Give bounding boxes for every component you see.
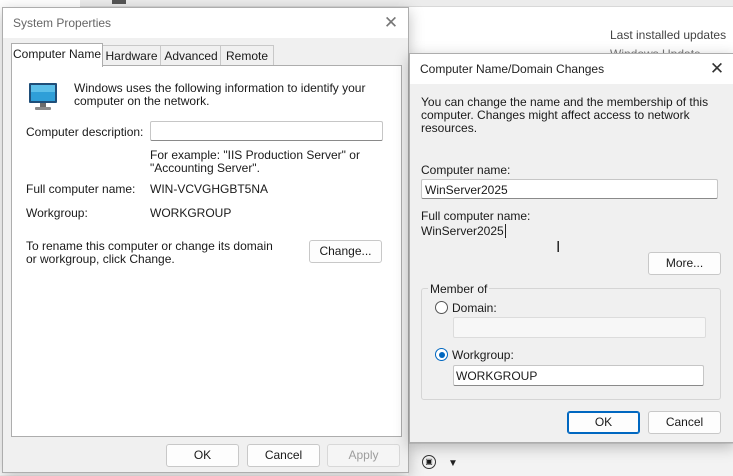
tab-advanced[interactable]: Advanced — [160, 45, 222, 66]
example-text: For example: "IIS Production Server" or … — [150, 148, 360, 175]
last-installed-updates-link[interactable]: Last installed updates — [610, 26, 726, 45]
system-properties-titlebar[interactable]: System Properties ✕ — [3, 8, 408, 38]
sysprops-cancel-button[interactable]: Cancel — [247, 444, 320, 467]
full-computer-name-value: WIN-VCVGHGBT5NA — [150, 182, 269, 196]
computer-name-input[interactable]: WinServer2025 — [421, 179, 718, 199]
computer-name-changes-dialog: Computer Name/Domain Changes ✕ You can c… — [409, 53, 733, 443]
tab-hardware[interactable]: Hardware — [101, 45, 162, 66]
cnchange-cancel-button[interactable]: Cancel — [648, 411, 721, 434]
computer-monitor-icon — [29, 83, 57, 110]
sysprops-ok-button[interactable]: OK — [166, 444, 239, 467]
tab-remote[interactable]: Remote — [220, 45, 274, 66]
workgroup-input[interactable]: WORKGROUP — [453, 365, 704, 386]
change-button[interactable]: Change... — [309, 240, 382, 263]
cnchange-ok-button[interactable]: OK — [567, 411, 640, 434]
identification-info-text: Windows uses the following information t… — [74, 81, 366, 108]
tab-computer-name[interactable]: Computer Name — [11, 43, 103, 67]
full-computer-name-label: Full computer name: — [26, 182, 136, 196]
background-toolbar-strip — [80, 0, 733, 7]
domain-radio[interactable] — [435, 301, 448, 314]
system-properties-close-icon[interactable]: ✕ — [382, 14, 400, 32]
workgroup-label: Workgroup: — [26, 206, 88, 220]
background-updates-panel: Last installed updates Windows Update — [610, 26, 726, 55]
computer-name-label: Computer name: — [421, 163, 511, 177]
intro-text: You can change the name and the membersh… — [421, 95, 709, 135]
apply-button[interactable]: Apply — [327, 444, 400, 467]
rename-instructions-text: To rename this computer or change its do… — [26, 239, 273, 266]
workgroup-radio[interactable] — [435, 348, 448, 361]
computer-name-changes-close-icon[interactable]: ✕ — [708, 60, 726, 78]
save-icon[interactable]: ▣ — [422, 455, 436, 469]
member-of-label: Member of — [428, 282, 490, 296]
more-button[interactable]: More... — [648, 252, 721, 275]
system-properties-dialog: System Properties ✕ Computer Name Hardwa… — [2, 7, 409, 473]
system-properties-title: System Properties — [13, 16, 112, 30]
full-computer-name-value: WinServer2025 — [421, 224, 506, 238]
text-cursor-icon: I — [556, 238, 561, 256]
computer-name-panel: Windows uses the following information t… — [11, 65, 402, 437]
workgroup-label: Workgroup: — [452, 348, 514, 362]
computer-name-changes-title: Computer Name/Domain Changes — [420, 62, 605, 76]
domain-input[interactable] — [453, 317, 706, 338]
computer-description-input[interactable] — [150, 121, 383, 141]
computer-description-label: Computer description: — [26, 125, 144, 139]
computer-name-changes-titlebar[interactable]: Computer Name/Domain Changes ✕ — [410, 54, 733, 84]
full-computer-name-label: Full computer name: — [421, 209, 531, 223]
domain-label: Domain: — [452, 301, 497, 315]
dropdown-arrow-icon[interactable]: ▼ — [448, 458, 458, 469]
workgroup-value: WORKGROUP — [150, 206, 232, 220]
